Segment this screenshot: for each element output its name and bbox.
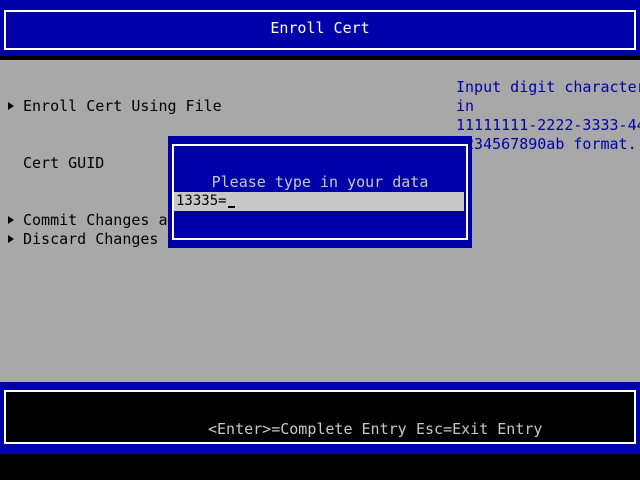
footer-bar [0, 382, 640, 454]
dialog-prompt: Please type in your data [211, 173, 429, 191]
page-title: Enroll Cert [270, 19, 370, 37]
text-cursor [227, 206, 235, 208]
menu-item-commit-changes[interactable]: Commit Changes and [23, 211, 186, 230]
menu-item-discard-changes[interactable]: Discard Changes an [23, 230, 186, 249]
menu-item-enroll-cert-using-file[interactable]: Enroll Cert Using File [23, 97, 222, 116]
help-text-line: Input digit character [456, 78, 640, 96]
menu-arrow-icon [8, 216, 14, 224]
enter-key-hint: <Enter>=Complete Entry [208, 420, 407, 438]
menu-item-cert-guid[interactable]: Cert GUID [23, 154, 104, 173]
menu-arrow-icon [8, 235, 14, 243]
esc-key-hint: Esc=Exit Entry [416, 420, 543, 438]
data-input-field[interactable]: 13335= [174, 192, 464, 211]
data-input-value: 13335= [176, 193, 227, 209]
help-text-line: in [456, 97, 475, 115]
help-text-line: 1234567890ab format. [456, 135, 637, 153]
help-text-line: 11111111-2222-3333-444 [456, 116, 640, 134]
menu-arrow-icon [8, 102, 14, 110]
input-dialog: Please type in your data 13335= [168, 136, 472, 248]
